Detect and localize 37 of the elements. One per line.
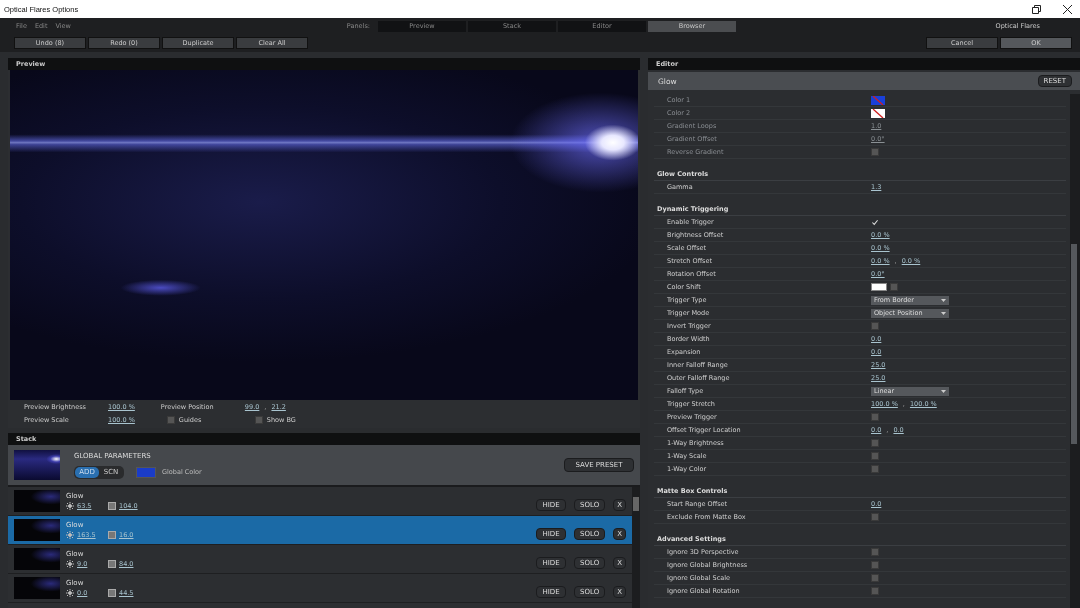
square-icon <box>108 560 116 568</box>
restore-icon[interactable] <box>1032 4 1041 14</box>
square-icon <box>108 589 116 597</box>
caret-icon <box>941 298 946 302</box>
color-swatch[interactable] <box>136 466 156 478</box>
checkbox[interactable] <box>871 452 879 460</box>
flare-thumbnail <box>14 577 60 599</box>
scrollbar-thumb[interactable] <box>633 497 639 511</box>
checkbox[interactable] <box>871 322 879 330</box>
caret-icon <box>941 389 946 393</box>
flare-thumbnail <box>14 450 60 480</box>
checkbox[interactable] <box>871 587 879 595</box>
scrollbar[interactable] <box>632 487 640 608</box>
flare-thumbnail <box>14 519 60 541</box>
checkbox[interactable] <box>871 548 879 556</box>
close-icon[interactable] <box>1063 4 1072 14</box>
checkbox[interactable] <box>166 415 175 424</box>
checkbox[interactable] <box>871 413 879 421</box>
square-icon <box>108 531 116 539</box>
flare-thumbnail <box>14 548 60 570</box>
checkbox[interactable] <box>871 439 879 447</box>
checkbox[interactable] <box>871 561 879 569</box>
sun-icon <box>66 589 74 597</box>
sun-icon <box>66 502 74 510</box>
flare-thumbnail <box>14 490 60 512</box>
sun-icon <box>66 560 74 568</box>
sun-icon <box>66 531 74 539</box>
square-icon <box>108 502 116 510</box>
checkbox[interactable] <box>871 513 879 521</box>
scrollbar[interactable] <box>1070 94 1080 608</box>
checkbox[interactable] <box>254 415 263 424</box>
checkbox[interactable] <box>871 465 879 473</box>
checkbox[interactable] <box>890 283 898 291</box>
scrollbar-thumb[interactable] <box>1071 244 1077 444</box>
caret-icon <box>941 311 946 315</box>
color-swatch[interactable] <box>871 283 887 291</box>
checkbox[interactable] <box>871 574 879 582</box>
